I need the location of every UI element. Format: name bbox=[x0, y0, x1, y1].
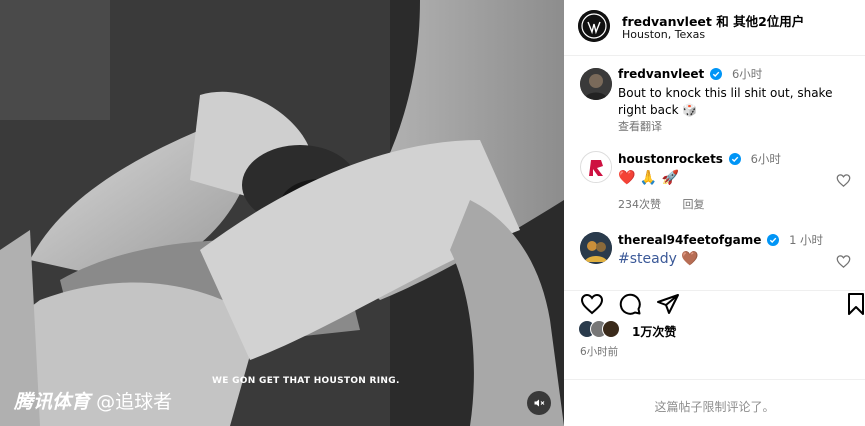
post-timestamp[interactable]: 6小时前 bbox=[580, 344, 618, 359]
comment-likes[interactable]: 234次赞 bbox=[618, 198, 661, 211]
comment-time: 6小时 bbox=[731, 67, 763, 81]
comment-header: houstonrockets 6小时 bbox=[618, 151, 781, 168]
like-comment-heart-icon[interactable] bbox=[836, 254, 851, 269]
comment-time: 1 小时 bbox=[789, 233, 824, 247]
comment-username[interactable]: houstonrockets bbox=[618, 152, 723, 166]
watermark-brand: 腾讯体育 bbox=[14, 391, 91, 413]
like-heart-icon[interactable] bbox=[580, 292, 604, 316]
verified-badge-icon bbox=[710, 68, 723, 80]
speaker-muted-icon bbox=[534, 399, 545, 407]
comment-username[interactable]: fredvanvleet bbox=[618, 67, 704, 81]
share-send-icon[interactable] bbox=[656, 292, 680, 316]
comment-text-line2: right back 🎲 bbox=[618, 103, 698, 117]
likes-count[interactable]: 1万次赞 bbox=[632, 323, 676, 340]
fredvanvleet-avatar-image bbox=[580, 68, 612, 100]
comment-username[interactable]: thereal94feetofgame bbox=[618, 233, 761, 247]
commenter-avatar[interactable] bbox=[580, 151, 612, 183]
thereal94feetofgame-avatar-image bbox=[580, 232, 612, 264]
post-video[interactable]: WE GON GET THAT HOUSTON RING. 腾讯体育 @追球者 bbox=[0, 0, 564, 426]
comment-text: #steady 🤎 bbox=[618, 251, 699, 268]
video-frame-illustration bbox=[0, 0, 564, 426]
comment-time: 6小时 bbox=[750, 152, 781, 166]
comment-header: fredvanvleet 6小时 bbox=[618, 66, 762, 83]
verified-badge-icon bbox=[767, 234, 780, 246]
see-translation-link[interactable]: 查看翻译 bbox=[618, 118, 662, 134]
verified-badge-icon bbox=[728, 153, 741, 165]
author-avatar-image bbox=[578, 10, 610, 42]
commenter-avatar[interactable] bbox=[580, 68, 612, 100]
comments-limited-notice: 这篇帖子限制评论了。 bbox=[564, 379, 865, 426]
comment-meta: 234次赞 回复 bbox=[618, 196, 723, 212]
liker-avatar bbox=[602, 320, 620, 338]
comment-text: ❤️ 🙏 🚀 bbox=[618, 170, 680, 186]
post-sidebar: fredvanvleet 和 其他2位用户 Houston, Texas fre… bbox=[564, 0, 865, 426]
comment-text-line1: Bout to knock this lil shit out, shake bbox=[618, 86, 833, 100]
like-comment-heart-icon[interactable] bbox=[836, 173, 851, 188]
watermark: 腾讯体育 @追球者 bbox=[14, 387, 172, 414]
post-header: fredvanvleet 和 其他2位用户 Houston, Texas bbox=[564, 0, 865, 56]
post-location[interactable]: Houston, Texas bbox=[622, 28, 705, 41]
author-avatar[interactable] bbox=[578, 10, 610, 42]
comment-header: thereal94feetofgame 1 小时 bbox=[618, 232, 823, 249]
save-bookmark-icon[interactable] bbox=[844, 292, 865, 316]
hashtag-link[interactable]: #steady bbox=[618, 251, 677, 267]
rockets-logo-icon bbox=[582, 153, 611, 182]
comment-emoji: 🤎 bbox=[681, 251, 699, 267]
commenter-avatar[interactable] bbox=[580, 232, 612, 264]
reply-button[interactable]: 回复 bbox=[683, 198, 705, 211]
post-actions bbox=[564, 290, 865, 318]
video-caption: WE GON GET THAT HOUSTON RING. bbox=[212, 376, 400, 386]
mute-button[interactable] bbox=[527, 391, 551, 415]
watermark-handle: @追球者 bbox=[96, 391, 173, 413]
comment-bubble-icon[interactable] bbox=[618, 292, 642, 316]
